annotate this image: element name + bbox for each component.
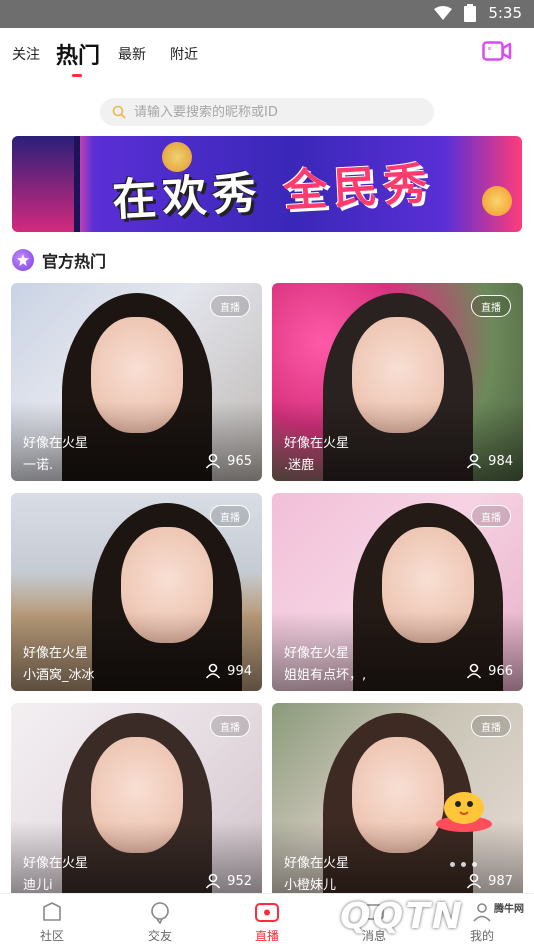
site-watermark: QQTN 腾牛网 [330, 890, 534, 946]
carousel-dot [461, 862, 466, 867]
viewer-count: 987 [488, 873, 513, 889]
card-viewer-count: 987 [466, 873, 513, 889]
viewer-count: 984 [488, 453, 513, 469]
nav-community[interactable]: 社区 [22, 900, 82, 944]
card-viewer-count: 966 [466, 663, 513, 679]
card-streamer-name: 小橙妹儿 [284, 878, 337, 893]
live-card[interactable]: 直播 好像在火星 .迷鹿 984 [272, 283, 523, 481]
floating-mascot-widget[interactable] [432, 780, 496, 834]
live-badge: 直播 [210, 505, 250, 527]
active-tab-indicator [72, 74, 82, 77]
card-caption: 好像在火星 [23, 436, 89, 451]
watermark-text: QQTN [340, 896, 464, 937]
card-streamer-name: 姐姐有点坏，, [284, 668, 367, 683]
carousel-dot [472, 862, 477, 867]
card-streamer-name: 迪儿i [23, 878, 53, 893]
viewer-count: 965 [227, 453, 252, 469]
carousel-dots [450, 862, 477, 867]
banner-text-left: 在欢秀 [111, 167, 264, 227]
live-card[interactable]: 直播 好像在火星 小酒窝_冰冰 994 [11, 493, 262, 691]
nav-label: 交友 [147, 929, 172, 943]
card-viewer-count: 965 [205, 453, 252, 469]
banner-title: 在欢秀 全民秀 [111, 148, 435, 229]
search-bar[interactable] [100, 98, 434, 126]
nav-label: 直播 [254, 929, 279, 943]
nav-label: 社区 [39, 929, 64, 943]
user-icon [467, 873, 482, 889]
card-viewer-count: 984 [466, 453, 513, 469]
watermark-small: 腾牛网 [494, 904, 524, 915]
section-title: 官方热门 [42, 252, 107, 271]
card-caption: 好像在火星 [284, 856, 350, 871]
tab-latest[interactable]: 最新 [118, 44, 146, 64]
status-bar: 5:35 [0, 0, 534, 28]
start-live-button[interactable] [482, 40, 512, 66]
card-caption: 好像在火星 [284, 436, 350, 451]
user-icon [467, 663, 482, 679]
tab-nearby[interactable]: 附近 [170, 44, 198, 64]
live-card[interactable]: 直播 好像在火星 迪儿i 952 [11, 703, 262, 901]
live-badge: 直播 [471, 715, 511, 737]
video-camera-icon [482, 41, 512, 61]
nav-live[interactable]: 直播 [237, 900, 297, 944]
section-header: 官方热门 [12, 248, 106, 272]
tab-follow[interactable]: 关注 [12, 44, 40, 64]
user-icon [206, 453, 221, 469]
promo-banner[interactable]: 在欢秀 全民秀 [12, 136, 522, 232]
card-caption: 好像在火星 [284, 646, 350, 661]
card-caption: 好像在火星 [23, 646, 89, 661]
nav-friends[interactable]: 交友 [130, 900, 190, 944]
live-badge: 直播 [471, 295, 511, 317]
chat-bubble-icon [151, 902, 169, 924]
card-streamer-name: 一诺. [23, 458, 54, 473]
user-icon [206, 873, 221, 889]
status-time: 5:35 [488, 4, 522, 22]
live-badge: 直播 [210, 295, 250, 317]
viewer-count: 966 [488, 663, 513, 679]
battery-icon [464, 4, 477, 22]
card-viewer-count: 994 [205, 663, 252, 679]
live-card[interactable]: 直播 好像在火星 一诺. 965 [11, 283, 262, 481]
card-streamer-name: .迷鹿 [284, 458, 315, 473]
wifi-icon [434, 6, 453, 20]
card-viewer-count: 952 [205, 873, 252, 889]
mascot-icon [436, 792, 492, 832]
card-streamer-name: 小酒窝_冰冰 [23, 668, 95, 683]
tab-hot[interactable]: 热门 [56, 38, 100, 70]
community-icon [43, 902, 61, 921]
viewer-count: 994 [227, 663, 252, 679]
banner-side-card [12, 136, 80, 232]
top-nav: 关注 热门 最新 附近 [0, 28, 534, 84]
search-input[interactable] [134, 104, 414, 120]
live-video-icon [255, 903, 279, 922]
live-card[interactable]: 直播 好像在火星 姐姐有点坏，, 966 [272, 493, 523, 691]
card-caption: 好像在火星 [23, 856, 89, 871]
banner-decoration [482, 186, 512, 216]
search-icon [112, 105, 126, 119]
viewer-count: 952 [227, 873, 252, 889]
user-icon [206, 663, 221, 679]
carousel-dot [450, 862, 455, 867]
star-badge-icon [12, 249, 34, 271]
live-badge: 直播 [210, 715, 250, 737]
user-icon [467, 453, 482, 469]
live-badge: 直播 [471, 505, 511, 527]
banner-text-right: 全民秀 [282, 158, 435, 218]
